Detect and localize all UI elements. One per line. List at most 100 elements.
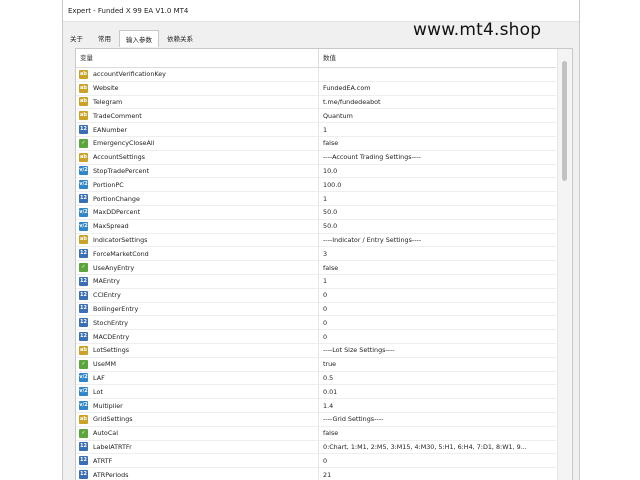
table-row[interactable]: ✓ EmergencyCloseAll false bbox=[76, 136, 556, 151]
value-cell[interactable]: false bbox=[319, 139, 556, 147]
value-cell[interactable]: 1 bbox=[319, 126, 556, 134]
table-row[interactable]: ab GridSettings ----Grid Settings---- bbox=[76, 412, 556, 427]
value-cell[interactable]: 21 bbox=[319, 471, 556, 479]
value-cell[interactable]: 0.5 bbox=[319, 374, 556, 382]
table-row[interactable]: v/2 MaxSpread 50.0 bbox=[76, 219, 556, 234]
table-row[interactable]: ab LotSettings ----Lot Size Settings---- bbox=[76, 343, 556, 358]
table-row[interactable]: ab IndicatorSettings ----Indicator / Entry… bbox=[76, 233, 556, 248]
variable-cell: v/2 LAF bbox=[76, 371, 319, 385]
value-cell[interactable]: 0 bbox=[319, 457, 556, 465]
scrollbar-thumb[interactable] bbox=[562, 61, 567, 181]
string-icon: ab bbox=[79, 97, 88, 107]
value-cell[interactable]: 0:Chart, 1:M1, 2:M5, 3:M15, 4:M30, 5:H1,… bbox=[319, 443, 556, 451]
table-row[interactable]: 12 MAEntry 1 bbox=[76, 274, 556, 289]
tab-0[interactable]: 关于 bbox=[63, 29, 90, 46]
variable-name: BollingerEntry bbox=[93, 304, 139, 313]
value-cell[interactable]: ----Account Trading Settings---- bbox=[319, 153, 556, 161]
value-cell[interactable]: ----Lot Size Settings---- bbox=[319, 346, 556, 354]
value-cell[interactable]: 0 bbox=[319, 333, 556, 341]
int-icon: 12 bbox=[79, 125, 88, 135]
table-row[interactable]: ✓ AutoCal false bbox=[76, 426, 556, 441]
value-cell[interactable]: 50.0 bbox=[319, 208, 556, 216]
table-row[interactable]: 12 PortionChange 1 bbox=[76, 192, 556, 206]
table-row[interactable]: ab AccountSettings ----Account Trading Set… bbox=[76, 150, 556, 165]
table-row[interactable]: ✓ UseAnyEntry false bbox=[76, 261, 556, 275]
variable-name: MAEntry bbox=[93, 277, 120, 286]
double-icon: v/2 bbox=[79, 180, 88, 190]
variable-cell: ✓ AutoCal bbox=[76, 426, 319, 440]
table-row[interactable]: 12 EANumber 1 bbox=[76, 123, 556, 137]
table-row[interactable]: ab Website FundedEA.com bbox=[76, 81, 556, 96]
value-cell[interactable]: 0 bbox=[319, 291, 556, 299]
int-icon: 12 bbox=[79, 456, 88, 466]
value-cell[interactable]: 0 bbox=[319, 319, 556, 327]
value-cell[interactable]: t.me/fundedeabot bbox=[319, 98, 556, 106]
value-cell[interactable]: 1 bbox=[319, 195, 556, 203]
variable-cell: 12 MACDEntry bbox=[76, 330, 319, 343]
variable-name: ForceMarketCond bbox=[93, 249, 149, 258]
table-row[interactable]: 12 StochEntry 0 bbox=[76, 316, 556, 331]
variable-cell: ab AccountSettings bbox=[76, 150, 319, 164]
variable-cell: ab LotSettings bbox=[76, 343, 319, 357]
value-cell[interactable]: 0.01 bbox=[319, 388, 556, 396]
table-row[interactable]: v/2 PortionPC 100.0 bbox=[76, 178, 556, 193]
variable-name: MACDEntry bbox=[93, 332, 130, 341]
int-icon: 12 bbox=[79, 318, 88, 328]
table-row[interactable]: 12 ATRTF 0 bbox=[76, 454, 556, 469]
variable-cell: ✓ UseMM bbox=[76, 357, 319, 371]
value-cell[interactable]: 50.0 bbox=[319, 222, 556, 230]
tab-2[interactable]: 输入参数 bbox=[119, 30, 159, 47]
int-icon: 12 bbox=[79, 332, 88, 342]
variable-cell: 12 PortionChange bbox=[76, 192, 319, 205]
variable-cell: ab accountVerificationKey bbox=[76, 68, 319, 81]
table-row[interactable]: v/2 LAF 0.5 bbox=[76, 371, 556, 386]
table-row[interactable]: 12 ForceMarketCond 3 bbox=[76, 247, 556, 262]
value-cell[interactable]: 0 bbox=[319, 305, 556, 313]
table-row[interactable]: 12 BollingerEntry 0 bbox=[76, 302, 556, 317]
value-cell[interactable]: 10.0 bbox=[319, 167, 556, 175]
table-row[interactable]: ab Telegram t.me/fundedeabot bbox=[76, 95, 556, 110]
variable-name: LAF bbox=[93, 373, 105, 382]
table-row[interactable]: 12 MACDEntry 0 bbox=[76, 330, 556, 344]
variable-cell: ✓ UseAnyEntry bbox=[76, 261, 319, 274]
column-header-variable[interactable]: 变量 bbox=[76, 49, 319, 67]
variable-name: LotSettings bbox=[93, 346, 130, 355]
tab-1[interactable]: 常用 bbox=[91, 29, 118, 46]
tab-3[interactable]: 依赖关系 bbox=[160, 29, 200, 46]
value-cell[interactable]: 3 bbox=[319, 250, 556, 258]
table-row[interactable]: ab accountVerificationKey bbox=[76, 68, 556, 82]
int-icon: 12 bbox=[79, 249, 88, 259]
int-icon: 12 bbox=[79, 304, 88, 314]
value-cell[interactable]: 1.4 bbox=[319, 402, 556, 410]
table-row[interactable]: 12 ATRPeriods 21 bbox=[76, 468, 556, 480]
bool-icon: ✓ bbox=[79, 138, 88, 148]
table-row[interactable]: 12 LabelATRTFr 0:Chart, 1:M1, 2:M5, 3:M15,… bbox=[76, 440, 556, 455]
int-icon: 12 bbox=[79, 194, 88, 204]
value-cell[interactable]: 100.0 bbox=[319, 181, 556, 189]
value-cell[interactable]: ----Grid Settings---- bbox=[319, 415, 556, 423]
table-row[interactable]: v/2 MaxDDPercent 50.0 bbox=[76, 205, 556, 220]
table-row[interactable]: v/2 Multiplier 1.4 bbox=[76, 399, 556, 413]
value-cell[interactable]: 1 bbox=[319, 277, 556, 285]
value-cell[interactable]: true bbox=[319, 360, 556, 368]
value-cell[interactable]: Quantum bbox=[319, 112, 556, 120]
value-cell[interactable]: false bbox=[319, 429, 556, 437]
variable-cell: 12 ATRTF bbox=[76, 454, 319, 468]
value-cell[interactable]: false bbox=[319, 264, 556, 272]
expert-properties-window: Expert - Funded X 99 EA V1.0 MT4 关于 常用 输入参… bbox=[62, 0, 580, 480]
grid-rows: ab accountVerificationKey ab Website FundedE… bbox=[76, 68, 556, 480]
table-row[interactable]: 12 CCIEntry 0 bbox=[76, 288, 556, 303]
variable-cell: v/2 MaxSpread bbox=[76, 219, 319, 233]
column-header-value[interactable]: 数值 bbox=[319, 49, 556, 67]
variable-name: ATRTF bbox=[93, 456, 113, 465]
variable-cell: 12 EANumber bbox=[76, 123, 319, 136]
vertical-scrollbar[interactable] bbox=[557, 49, 572, 480]
table-row[interactable]: v/2 Lot 0.01 bbox=[76, 385, 556, 400]
table-row[interactable]: ab TradeComment Quantum bbox=[76, 109, 556, 124]
value-cell[interactable]: FundedEA.com bbox=[319, 84, 556, 92]
table-row[interactable]: ✓ UseMM true bbox=[76, 357, 556, 372]
variable-cell: 12 CCIEntry bbox=[76, 288, 319, 302]
value-cell[interactable]: ----Indicator / Entry Settings---- bbox=[319, 236, 556, 244]
variable-cell: 12 ATRPeriods bbox=[76, 468, 319, 480]
table-row[interactable]: v/2 StopTradePercent 10.0 bbox=[76, 164, 556, 179]
